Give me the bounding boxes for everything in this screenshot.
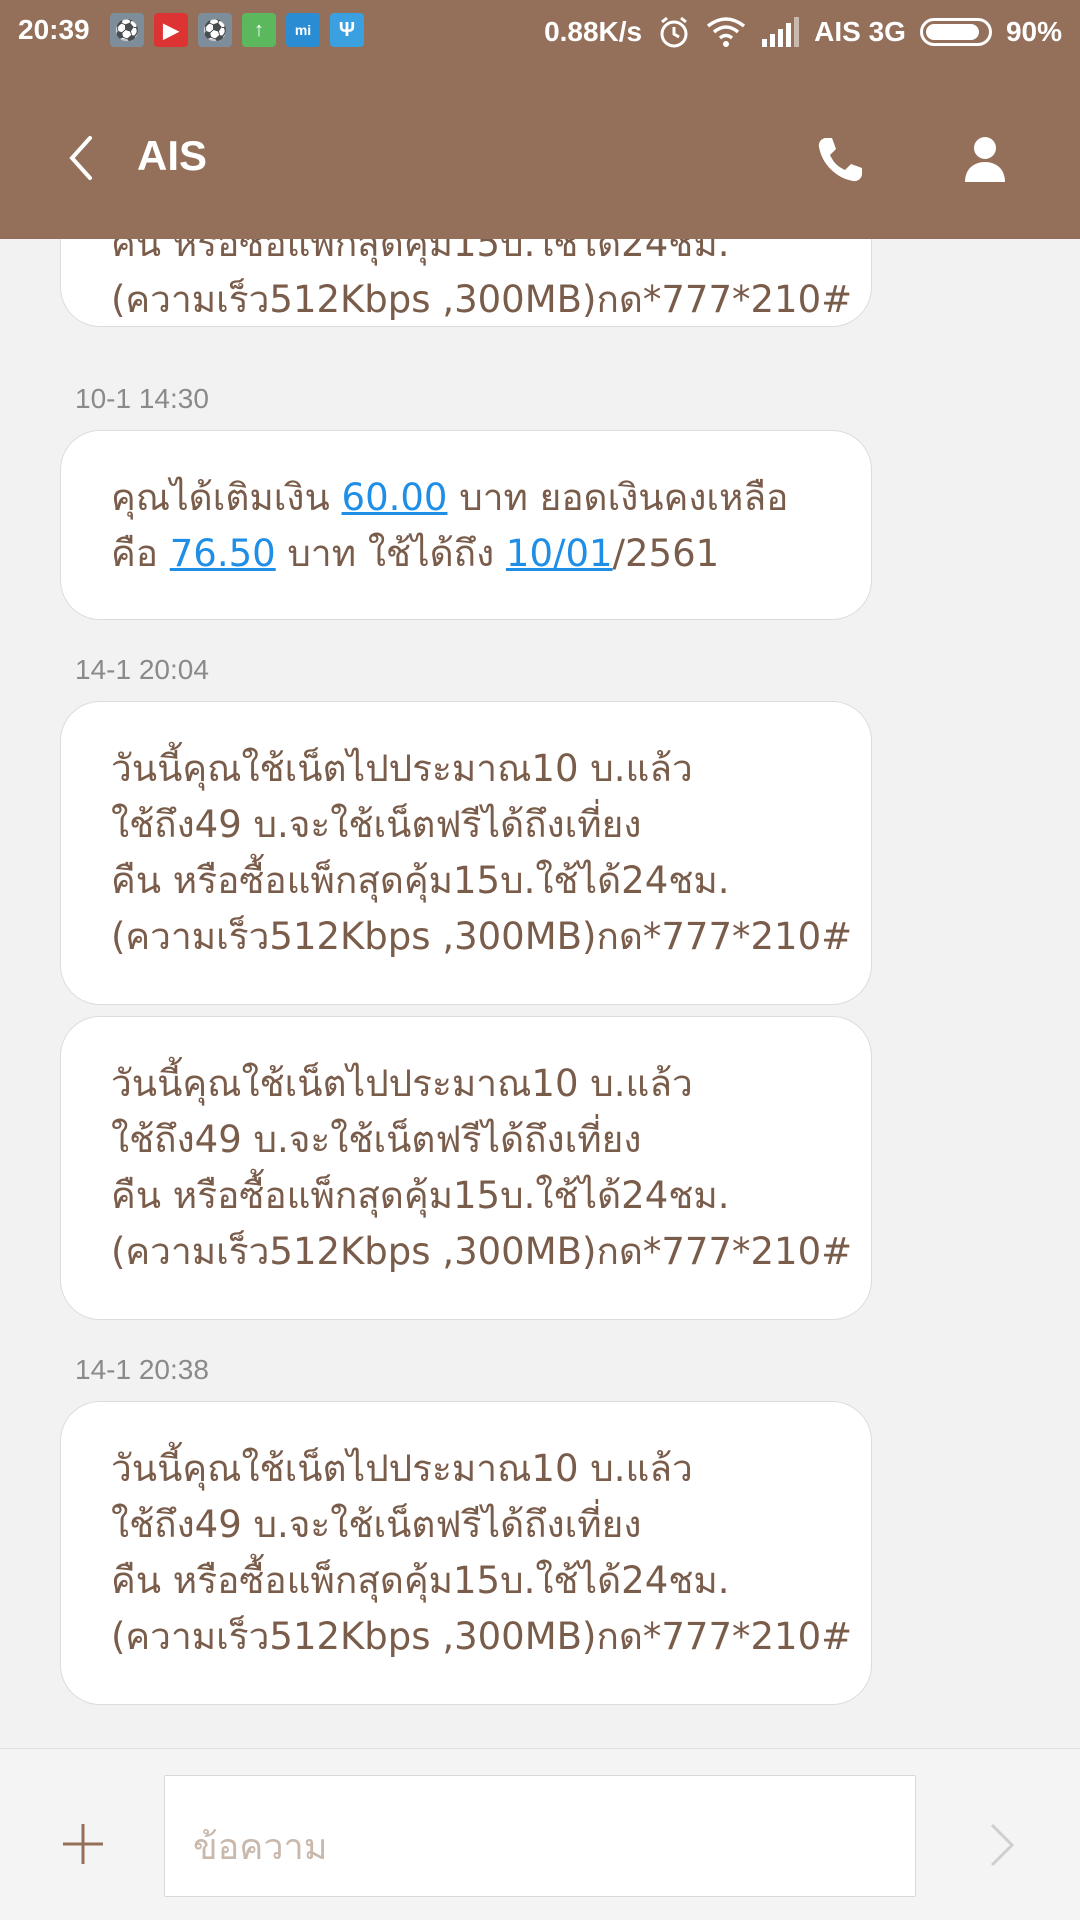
message-bubble[interactable]: วันนี้คุณใช้เน็ตไปประมาณ10 บ.แล้ว ใช้ถึง… — [60, 701, 872, 1005]
youtube-icon: ▶ — [154, 13, 188, 47]
message-composer: ข้อความ — [0, 1748, 1080, 1920]
battery-percent: 90% — [1005, 16, 1062, 47]
message-text: /2561 — [612, 532, 720, 575]
message-line: ใช้ถึง49 บ.จะใช้เน็ตฟรีได้ถึงเที่ยง — [111, 1118, 642, 1161]
soccer-app-icon: ⚽ — [198, 13, 232, 47]
alarm-icon — [660, 16, 688, 48]
message-bubble[interactable]: คุณได้เติมเงิน 60.00 บาท ยอดเงินคงเหลือ … — [60, 430, 872, 620]
message-list[interactable]: คืน หรือซื้อแพ็กสุดคุ้ม15บ.ใช้ได้24ชม. (… — [0, 239, 1080, 1749]
message-bubble[interactable]: คืน หรือซื้อแพ็กสุดคุ้ม15บ.ใช้ได้24ชม. (… — [60, 239, 872, 327]
message-input[interactable]: ข้อความ — [164, 1775, 916, 1897]
message-line: (ความเร็ว512Kbps ,300MB)กด*777*210# — [111, 278, 853, 321]
person-icon — [965, 137, 1005, 182]
date-link[interactable]: 10/01 — [506, 532, 613, 575]
add-attachment-button[interactable] — [58, 1819, 108, 1869]
usb-icon: Ψ — [330, 13, 364, 47]
message-line: วันนี้คุณใช้เน็ตไปประมาณ10 บ.แล้ว — [111, 1447, 693, 1490]
message-text: บาท ใช้ได้ถึง — [275, 532, 506, 575]
message-text: คุณได้เติมเงิน — [111, 476, 342, 519]
message-line: คือ 76.50 บาท ใช้ได้ถึง 10/01/2561 — [111, 526, 821, 582]
message-bubble[interactable]: วันนี้คุณใช้เน็ตไปประมาณ10 บ.แล้ว ใช้ถึง… — [60, 1401, 872, 1705]
upload-icon: ↑ — [242, 13, 276, 47]
app-bar: 20:39 ⚽ ▶ ⚽ ↑ mi Ψ 0.88K/s AIS 3G 90% AI… — [0, 0, 1080, 239]
send-chevron-icon — [990, 1823, 1015, 1867]
net-speed: 0.88K/s — [544, 16, 643, 47]
message-line: ใช้ถึง49 บ.จะใช้เน็ตฟรีได้ถึงเที่ยง — [111, 803, 642, 846]
conversation-header: AIS — [0, 100, 1080, 215]
message-line: คืน หรือซื้อแพ็กสุดคุ้ม15บ.ใช้ได้24ชม. — [111, 859, 730, 902]
message-timestamp: 10-1 14:30 — [75, 383, 209, 414]
battery-icon — [919, 18, 992, 46]
message-line: ใช้ถึง49 บ.จะใช้เน็ตฟรีได้ถึงเที่ยง — [111, 1503, 642, 1546]
amount-link[interactable]: 60.00 — [342, 476, 448, 519]
notification-icons: ⚽ ▶ ⚽ ↑ mi Ψ — [110, 13, 364, 47]
soccer-app-icon: ⚽ — [110, 13, 144, 47]
call-button[interactable] — [812, 132, 868, 188]
plus-icon — [63, 1824, 103, 1864]
status-bar: 20:39 ⚽ ▶ ⚽ ↑ mi Ψ 0.88K/s AIS 3G 90% — [0, 0, 1080, 62]
send-button[interactable] — [982, 1817, 1022, 1873]
mi-icon: mi — [286, 13, 320, 47]
wifi-icon — [707, 17, 746, 47]
message-text: บาท ยอดเงินคงเหลือ — [447, 476, 789, 519]
back-button[interactable] — [60, 130, 110, 186]
message-line: คืน หรือซื้อแพ็กสุดคุ้ม15บ.ใช้ได้24ชม. — [111, 239, 730, 265]
message-line: คืน หรือซื้อแพ็กสุดคุ้ม15บ.ใช้ได้24ชม. — [111, 1559, 730, 1602]
carrier-label: AIS 3G — [814, 16, 906, 47]
message-line: วันนี้คุณใช้เน็ตไปประมาณ10 บ.แล้ว — [111, 1062, 693, 1105]
message-bubble[interactable]: วันนี้คุณใช้เน็ตไปประมาณ10 บ.แล้ว ใช้ถึง… — [60, 1016, 872, 1320]
status-right: 0.88K/s AIS 3G 90% — [544, 14, 1062, 50]
status-time: 20:39 — [18, 14, 90, 45]
message-line: (ความเร็ว512Kbps ,300MB)กด*777*210# — [111, 1615, 853, 1658]
message-timestamp: 14-1 20:04 — [75, 654, 209, 685]
message-timestamp: 14-1 20:38 — [75, 1354, 209, 1385]
contact-button[interactable] — [960, 132, 1010, 188]
message-line: วันนี้คุณใช้เน็ตไปประมาณ10 บ.แล้ว — [111, 747, 693, 790]
page-title: AIS — [137, 132, 208, 179]
balance-link[interactable]: 76.50 — [170, 532, 276, 575]
message-line: คุณได้เติมเงิน 60.00 บาท ยอดเงินคงเหลือ — [111, 470, 821, 526]
message-text: คือ — [111, 532, 170, 575]
signal-icon — [762, 17, 800, 47]
phone-icon — [818, 138, 862, 182]
message-line: (ความเร็ว512Kbps ,300MB)กด*777*210# — [111, 915, 853, 958]
message-line: (ความเร็ว512Kbps ,300MB)กด*777*210# — [111, 1230, 853, 1273]
message-line: คืน หรือซื้อแพ็กสุดคุ้ม15บ.ใช้ได้24ชม. — [111, 1174, 730, 1217]
back-arrow-icon — [69, 136, 92, 180]
